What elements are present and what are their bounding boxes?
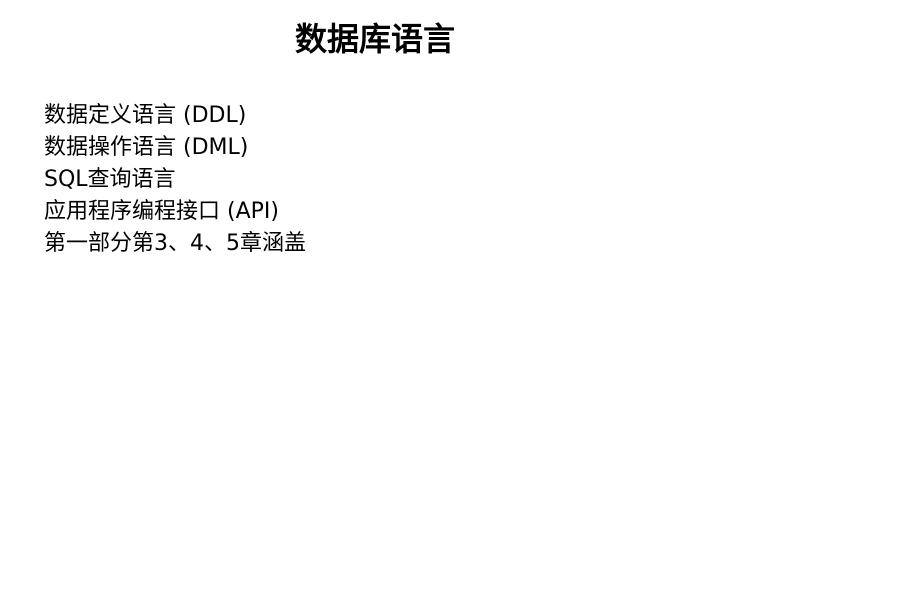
list-item-coverage: 第一部分第3、4、5章涵盖 [44,231,306,256]
list-item-dml: 数据操作语言 (DML) [44,135,249,160]
bullet-list: 数据定义语言 (DDL) 数据操作语言 (DML) SQL查询语言 应用程序编程… [44,100,306,260]
list-item-api: 应用程序编程接口 (API) [44,199,279,224]
list-item-ddl: 数据定义语言 (DDL) [44,103,247,128]
list-item-sql: SQL查询语言 [44,167,176,192]
slide-title: 数据库语言 [294,20,455,58]
